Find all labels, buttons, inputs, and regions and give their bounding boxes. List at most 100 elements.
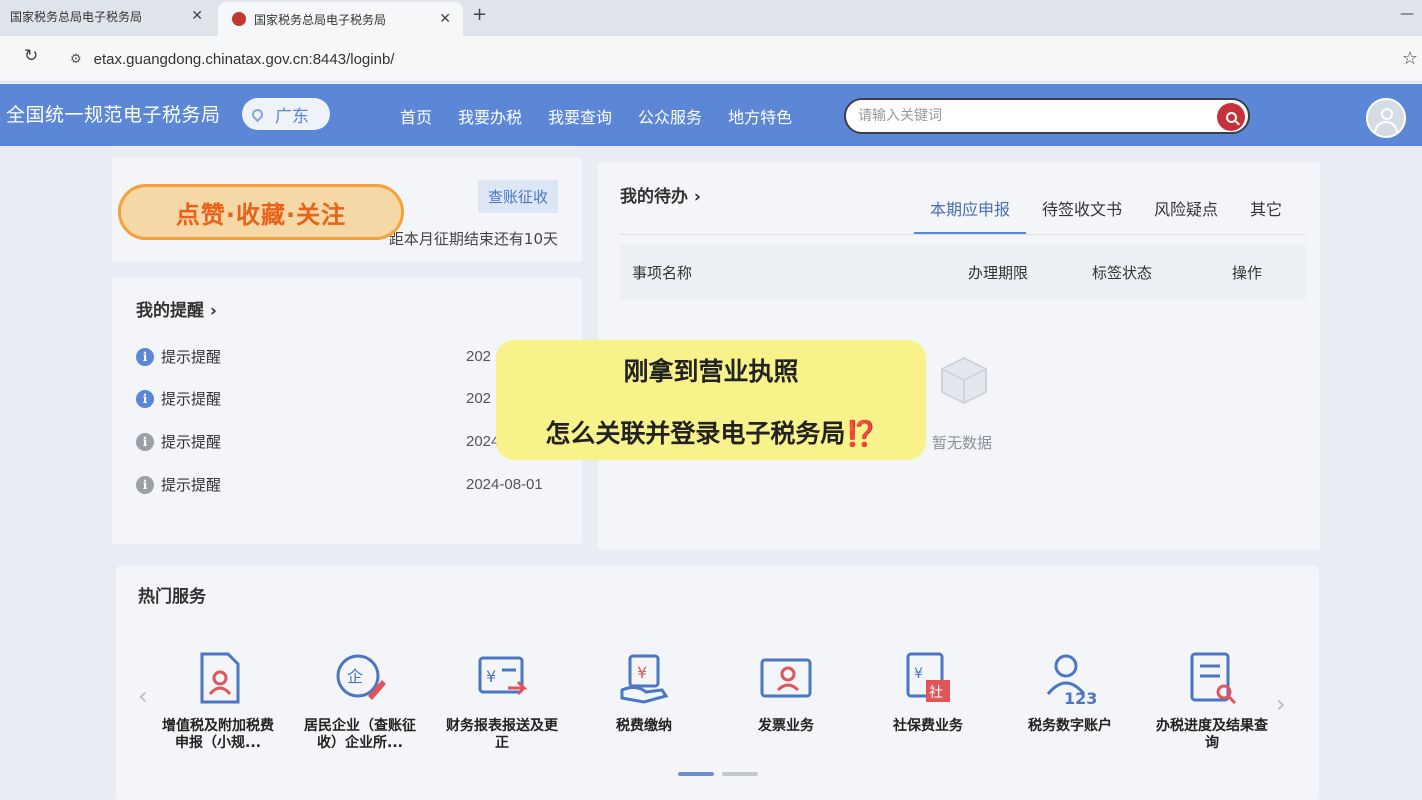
reminder-label: 提示提醒 — [161, 390, 222, 408]
service-item[interactable]: 企 居民企业（查账征收）企业所... — [300, 650, 420, 752]
service-label: 居民企业（查账征收）企业所... — [304, 718, 416, 751]
service-label: 办税进度及结果查询 — [1156, 718, 1268, 751]
nav-item-home[interactable]: 首页 — [400, 104, 432, 128]
site-header: 全国统一规范电子税务局 广东 首页 我要办税 我要查询 公众服务 地方特色 — [0, 84, 1422, 146]
empty-state-text: 暂无数据 — [932, 434, 993, 452]
reload-icon[interactable]: ↻ — [24, 46, 38, 66]
todo-tabs: 本期应申报 待签收文书 风险疑点 其它 — [914, 196, 1298, 235]
reminder-label: 提示提醒 — [161, 476, 222, 494]
hot-services-title: 热门服务 — [138, 587, 206, 607]
reminder-label: 提示提醒 — [161, 348, 222, 366]
close-icon[interactable]: ✕ — [191, 8, 203, 24]
list-item[interactable]: i 提示提醒 202 — [136, 346, 556, 367]
caption-line-2-text: 怎么关联并登录电子税务局 — [545, 419, 846, 448]
taxpayer-card: 查账征收 距本月征期结束还有10天 点赞·收藏·关注 — [112, 158, 582, 262]
reminder-date: 2024-08-01 — [466, 476, 543, 493]
carousel-dot[interactable] — [722, 772, 758, 776]
service-item[interactable]: 123 税务数字账户 — [1010, 650, 1130, 735]
tab-title: 国家税务总局电子税务局 — [10, 9, 143, 24]
caption-overlay: 刚拿到营业执照 怎么关联并登录电子税务局⁉️ — [496, 340, 926, 460]
caption-line-2: 怎么关联并登录电子税务局⁉️ — [496, 414, 926, 450]
column-header: 事项名称 — [632, 264, 693, 282]
service-item[interactable]: ¥ 税费缴纳 — [584, 650, 704, 735]
site-settings-icon[interactable]: ⚙ — [70, 52, 82, 67]
service-item[interactable]: 办税进度及结果查询 — [1152, 650, 1272, 752]
service-list: 增值税及附加税费申报（小规... 企 居民企业（查账征收）企业所... ¥ 财务… — [158, 650, 1278, 770]
tax-emblem-icon — [232, 12, 246, 26]
region-selector[interactable]: 广东 — [242, 98, 330, 130]
search-button[interactable] — [1217, 103, 1245, 131]
carousel-prev-icon[interactable]: ‹ — [138, 682, 148, 710]
tab-current-declare[interactable]: 本期应申报 — [914, 196, 1027, 235]
browser-tab-1[interactable]: 国家税务总局电子税务局 ✕ — [0, 0, 215, 32]
reminder-date: 2024 — [466, 433, 500, 450]
service-label: 财务报表报送及更正 — [446, 718, 558, 751]
nav-item-do-tax[interactable]: 我要办税 — [458, 104, 522, 128]
service-label: 发票业务 — [758, 718, 814, 734]
column-header: 办理期限 — [968, 264, 1029, 282]
reminder-date: 202 — [466, 390, 492, 407]
collection-method-badge[interactable]: 查账征收 — [477, 180, 558, 213]
service-label: 税费缴纳 — [616, 718, 672, 734]
url-field[interactable]: ⚙ etax.guangdong.chinatax.gov.cn:8443/lo… — [56, 44, 1386, 74]
user-avatar[interactable] — [1366, 98, 1406, 138]
new-tab-icon[interactable]: + — [472, 4, 487, 25]
nav-item-query[interactable]: 我要查询 — [548, 104, 612, 128]
deadline-text: 距本月征期结束还有10天 — [388, 230, 558, 248]
tab-risk-points[interactable]: 风险疑点 — [1138, 196, 1234, 235]
svg-text:¥: ¥ — [637, 663, 647, 682]
svg-text:123: 123 — [1064, 689, 1097, 706]
info-icon: i — [136, 475, 154, 494]
nav-item-public-service[interactable]: 公众服务 — [638, 104, 702, 128]
carousel-pagination — [678, 772, 758, 776]
vat-declare-icon — [200, 652, 240, 704]
site-title: 全国统一规范电子税务局 — [6, 104, 221, 126]
carousel-dot-active[interactable] — [678, 772, 714, 776]
list-item[interactable]: i 提示提醒 2024 — [136, 431, 556, 452]
service-item[interactable]: ¥ 财务报表报送及更正 — [442, 650, 562, 752]
tab-other[interactable]: 其它 — [1234, 196, 1298, 235]
search-icon — [1225, 111, 1237, 123]
list-item[interactable]: i 提示提醒 2024-08-01 — [136, 474, 556, 495]
list-item[interactable]: i 提示提醒 202 — [136, 388, 556, 409]
svg-text:企: 企 — [347, 667, 363, 686]
promo-sticker: 点赞·收藏·关注 — [118, 184, 404, 240]
search-box — [844, 98, 1250, 134]
service-label: 社保费业务 — [893, 718, 963, 734]
service-label: 税务数字账户 — [1028, 718, 1112, 734]
service-item[interactable]: ¥ 社 社保费业务 — [868, 650, 988, 735]
user-icon — [1381, 108, 1393, 120]
svg-text:¥: ¥ — [914, 666, 923, 682]
svg-text:社: 社 — [929, 685, 943, 701]
region-label: 广东 — [275, 106, 309, 127]
browser-tabbar: 国家税务总局电子税务局 ✕ 国家税务总局电子税务局 ✕ + — — [0, 0, 1422, 36]
service-label: 增值税及附加税费申报（小规... — [162, 718, 274, 751]
divider — [620, 234, 1306, 235]
column-header: 标签状态 — [1092, 264, 1153, 282]
service-item[interactable]: 发票业务 — [726, 650, 846, 735]
search-input[interactable] — [858, 108, 1198, 124]
reminders-title[interactable]: 我的提醒 › — [136, 296, 217, 321]
digital-account-icon: 123 — [1046, 654, 1097, 708]
progress-query-icon — [1190, 652, 1237, 705]
reminder-label: 提示提醒 — [161, 433, 222, 451]
interrobang-emoji: ⁉️ — [845, 419, 877, 448]
reminder-date: 202 — [466, 348, 492, 365]
enterprise-tax-icon: 企 — [336, 654, 386, 700]
info-icon: i — [136, 389, 154, 408]
browser-tab-2[interactable]: 国家税务总局电子税务局 ✕ — [218, 2, 463, 36]
url-text: etax.guangdong.chinatax.gov.cn:8443/logi… — [93, 50, 395, 68]
minimize-icon[interactable]: — — [1400, 6, 1414, 22]
empty-box-icon — [941, 356, 987, 405]
service-item[interactable]: 增值税及附加税费申报（小规... — [158, 650, 278, 752]
hot-services-card: 热门服务 ‹ › 增值税及附加税费申报（小规... 企 居民企业（查账征收）企业… — [116, 566, 1319, 800]
invoice-icon — [760, 658, 812, 698]
location-pin-icon — [249, 106, 266, 122]
caption-line-1: 刚拿到营业执照 — [623, 357, 799, 386]
close-icon[interactable]: ✕ — [439, 11, 451, 27]
tab-pending-documents[interactable]: 待签收文书 — [1026, 196, 1138, 235]
nav-item-local-features[interactable]: 地方特色 — [728, 104, 792, 128]
todo-title[interactable]: 我的待办 › — [620, 182, 701, 207]
info-icon: i — [136, 432, 154, 451]
bookmark-star-icon[interactable]: ☆ — [1402, 48, 1418, 69]
